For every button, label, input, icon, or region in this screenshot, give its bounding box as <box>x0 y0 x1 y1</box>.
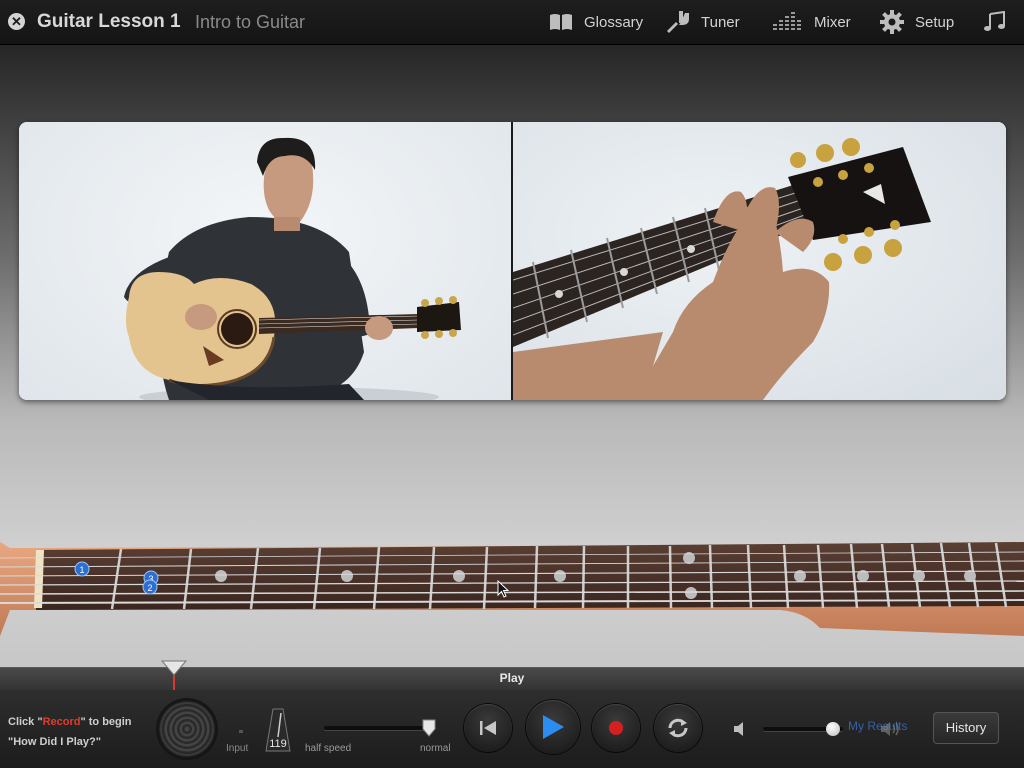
history-button[interactable]: History <box>933 712 999 744</box>
hint-line2: "How Did I Play?" <box>8 736 101 748</box>
finger-marker-1: 1 <box>74 561 90 577</box>
mixer-icon <box>773 12 801 30</box>
video-wide-shot <box>19 122 511 400</box>
lesson-title: Guitar Lesson 1 <box>37 11 181 32</box>
fretting-hand-closeup <box>512 138 931 400</box>
speaker-icon <box>734 722 743 736</box>
tuning-fork-icon <box>667 11 689 33</box>
speed-slider-track[interactable] <box>324 726 432 730</box>
record-icon <box>609 721 623 735</box>
tempo-value[interactable]: 119 <box>264 738 292 750</box>
skip-back-icon <box>480 721 496 735</box>
fretboard-diagram[interactable]: 1 3 2 <box>0 528 1024 648</box>
how-did-i-play-dial[interactable] <box>158 700 216 758</box>
loop-icon <box>668 718 688 738</box>
finger-marker-2: 2 <box>142 579 158 595</box>
playhead-handle[interactable] <box>160 659 188 691</box>
book-icon <box>550 14 572 30</box>
volume-slider-thumb[interactable] <box>826 722 841 736</box>
speed-slider-thumb[interactable] <box>422 719 436 737</box>
timeline-label: Play <box>499 671 525 685</box>
hint-prefix: Click " <box>8 716 43 728</box>
input-label: Input <box>226 743 249 754</box>
songs-button[interactable] <box>982 0 1008 44</box>
svg-text:1: 1 <box>79 565 84 575</box>
gear-icon <box>880 10 904 34</box>
control-bar: Click "Record" to begin "How Did I Play?… <box>0 690 1024 768</box>
glossary-label: Glossary <box>584 13 644 31</box>
play-icon <box>543 715 564 739</box>
tuner-label: Tuner <box>701 13 740 31</box>
rewind-button[interactable] <box>464 704 512 752</box>
record-hint: Click "Record" to begin "How Did I Play?… <box>8 712 132 752</box>
hint-suffix: " to begin <box>80 716 132 728</box>
lesson-video[interactable] <box>19 122 1006 400</box>
setup-button[interactable]: Setup <box>879 0 954 44</box>
mouse-cursor-icon <box>497 580 510 598</box>
speed-max-label: normal <box>420 743 451 754</box>
svg-text:2: 2 <box>147 583 152 593</box>
speaker-loud-icon <box>881 722 899 736</box>
lesson-subtitle: Intro to Guitar <box>195 12 306 32</box>
guitarist-illustration <box>124 137 461 400</box>
close-icon[interactable]: ✕ <box>8 13 25 30</box>
input-level-led <box>239 730 243 733</box>
timeline-bar[interactable]: Play <box>0 667 1024 691</box>
glossary-button[interactable]: Glossary <box>548 0 643 44</box>
video-closeup-shot <box>512 122 1006 400</box>
tuner-button[interactable]: Tuner <box>665 0 740 44</box>
record-button[interactable] <box>592 704 640 752</box>
speed-min-label: half speed <box>305 743 352 754</box>
mixer-button[interactable]: Mixer <box>772 0 851 44</box>
play-button[interactable] <box>526 700 580 754</box>
title-bar: ✕ Guitar Lesson 1 Intro to Guitar Glossa… <box>0 0 1024 45</box>
hint-record-highlight: Record <box>42 716 81 728</box>
mixer-label: Mixer <box>814 13 851 31</box>
music-note-icon <box>984 11 1005 31</box>
setup-label: Setup <box>915 13 955 31</box>
loop-button[interactable] <box>654 704 702 752</box>
